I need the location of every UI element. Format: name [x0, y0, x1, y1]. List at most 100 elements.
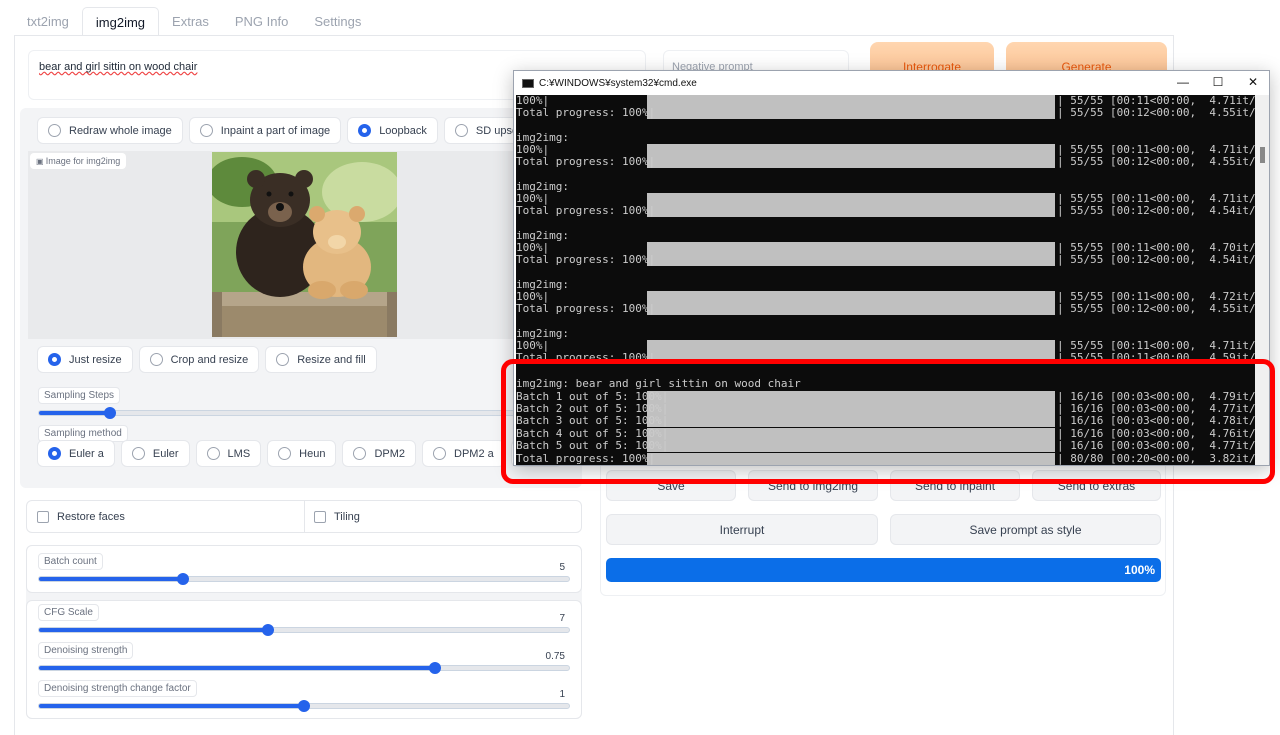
batch-count-block	[26, 545, 582, 593]
cfg-scale-slider[interactable]	[38, 627, 570, 633]
cmd-titlebar[interactable]: C:¥WINDOWS¥system32¥cmd.exe	[514, 71, 1269, 95]
radio-indicator	[276, 353, 290, 366]
console-line-text: Total progress: 100%|	[516, 155, 656, 168]
radio-indicator	[206, 447, 220, 460]
console-progress-bar	[647, 303, 1055, 315]
denoising-strength-value: 0.75	[545, 651, 565, 662]
tab-bar: txt2img img2img Extras PNG Info Settings	[14, 7, 374, 36]
resize-option-crop[interactable]: Crop and resize	[138, 346, 260, 373]
sampler-option-heun[interactable]: Heun	[267, 440, 337, 467]
image-label: ▣ Image for img2img	[30, 153, 127, 169]
console-line-text: Total progress: 100%|	[516, 106, 656, 119]
console-progress-bar	[647, 205, 1055, 217]
sampler-option-dpm2-a[interactable]: DPM2 a	[422, 440, 505, 467]
save-style-label: Save prompt as style	[969, 523, 1082, 537]
console-progress-bar	[647, 144, 1055, 156]
sampler-option-label: LMS	[227, 447, 251, 460]
checkbox-divider	[304, 500, 305, 533]
radio-indicator	[454, 124, 468, 137]
cfg-scale-value: 7	[559, 613, 565, 624]
console-progress-bar	[647, 95, 1055, 107]
interrupt-label: Interrupt	[719, 523, 765, 537]
save-style-button[interactable]: Save prompt as style	[890, 514, 1161, 545]
maximize-icon[interactable]: ☐	[1211, 75, 1225, 89]
slider-fill	[39, 411, 111, 415]
console-progress-bar	[647, 291, 1055, 303]
input-image	[212, 152, 397, 337]
sampler-option-lms[interactable]: LMS	[195, 440, 262, 467]
console-line-stats: | 55/55 [00:12<00:00, 4.54it/s]	[1057, 253, 1256, 266]
sampler-option-euler[interactable]: Euler	[120, 440, 190, 467]
slider-knob[interactable]	[177, 573, 189, 585]
slider-knob[interactable]	[298, 700, 310, 712]
console-progress-bar	[647, 193, 1055, 205]
sampler-option-label: Heun	[299, 447, 326, 460]
console-line-text: Total progress: 100%|	[516, 253, 656, 266]
console-progress-bar	[647, 242, 1055, 254]
cmd-title-text: C:¥WINDOWS¥system32¥cmd.exe	[539, 77, 697, 89]
tab-extras[interactable]: Extras	[159, 7, 222, 36]
console-line: Total progress: 100%| | 55/55 [00:12<00:0…	[516, 156, 1256, 168]
radio-indicator	[278, 447, 292, 460]
tab-txt2img[interactable]: txt2img	[14, 7, 82, 36]
resize-option-label: Resize and fill	[297, 353, 366, 366]
mode-option-label: Redraw whole image	[69, 124, 172, 137]
tiling-checkbox[interactable]: Tiling	[314, 511, 360, 523]
checkbox-box	[314, 511, 326, 523]
denoising-change-value: 1	[559, 689, 565, 700]
denoising-strength-slider[interactable]	[38, 665, 570, 671]
slider-knob[interactable]	[262, 624, 274, 636]
prompt-text: bear and girl sittin on wood chair	[39, 61, 198, 73]
mode-option-label: Loopback	[379, 124, 427, 137]
cfg-scale-label: CFG Scale	[38, 604, 99, 621]
checkbox-box	[37, 511, 49, 523]
console-line-stats: | 55/55 [00:12<00:00, 4.55it/s]	[1057, 155, 1256, 168]
slider-fill	[39, 704, 304, 708]
mode-radio-group: Redraw whole image Inpaint a part of ima…	[37, 117, 544, 144]
slider-knob[interactable]	[429, 662, 441, 674]
console-line-stats: | 55/55 [00:12<00:00, 4.55it/s]	[1057, 302, 1256, 315]
image-label-text: Image for img2img	[45, 156, 121, 166]
slider-knob[interactable]	[104, 407, 116, 419]
resize-radio-group: Just resize Crop and resize Resize and f…	[37, 346, 377, 373]
radio-indicator	[199, 124, 213, 137]
scrollbar-thumb[interactable]	[1260, 147, 1265, 163]
console-line-stats: | 55/55 [00:12<00:00, 4.55it/s]	[1057, 106, 1256, 119]
tab-settings[interactable]: Settings	[301, 7, 374, 36]
batch-count-value: 5	[559, 562, 565, 573]
console-line: Total progress: 100%| | 55/55 [00:12<00:0…	[516, 254, 1256, 266]
denoising-strength-label: Denoising strength	[38, 642, 134, 659]
resize-option-fill[interactable]: Resize and fill	[265, 346, 377, 373]
console-line-stats: | 55/55 [00:12<00:00, 4.54it/s]	[1057, 204, 1256, 217]
slider-fill	[39, 628, 267, 632]
radio-indicator	[358, 124, 372, 137]
sampler-option-dpm2[interactable]: DPM2	[342, 440, 417, 467]
console-line-text: Total progress: 100%|	[516, 302, 656, 315]
radio-indicator	[48, 124, 61, 137]
console-progress-bar	[647, 156, 1055, 168]
sampler-radio-group: Euler a Euler LMS Heun DPM2 DPM2 a D	[37, 440, 562, 467]
radio-indicator	[433, 447, 447, 460]
sampler-option-label: DPM2	[374, 447, 406, 460]
tab-img2img[interactable]: img2img	[81, 7, 160, 36]
mode-option-loopback[interactable]: Loopback	[347, 117, 438, 144]
sampler-option-euler-a[interactable]: Euler a	[37, 440, 115, 467]
radio-indicator	[48, 447, 61, 460]
console-progress-bar	[647, 107, 1055, 119]
minimize-icon[interactable]: —	[1176, 75, 1190, 89]
close-icon[interactable]: ✕	[1246, 75, 1260, 89]
tab-png-info[interactable]: PNG Info	[222, 7, 301, 36]
console-progress-bar	[647, 340, 1055, 352]
mode-option-redraw[interactable]: Redraw whole image	[37, 117, 183, 144]
interrupt-button[interactable]: Interrupt	[606, 514, 878, 545]
console-progress-bar	[647, 254, 1055, 266]
console-line-text: Total progress: 100%|	[516, 204, 656, 217]
resize-option-just-resize[interactable]: Just resize	[37, 346, 133, 373]
batch-count-slider[interactable]	[38, 576, 570, 582]
restore-faces-label: Restore faces	[57, 511, 125, 523]
denoising-change-label: Denoising strength change factor	[38, 680, 197, 697]
restore-faces-checkbox[interactable]: Restore faces	[37, 511, 125, 523]
mode-option-inpaint[interactable]: Inpaint a part of image	[188, 117, 342, 144]
